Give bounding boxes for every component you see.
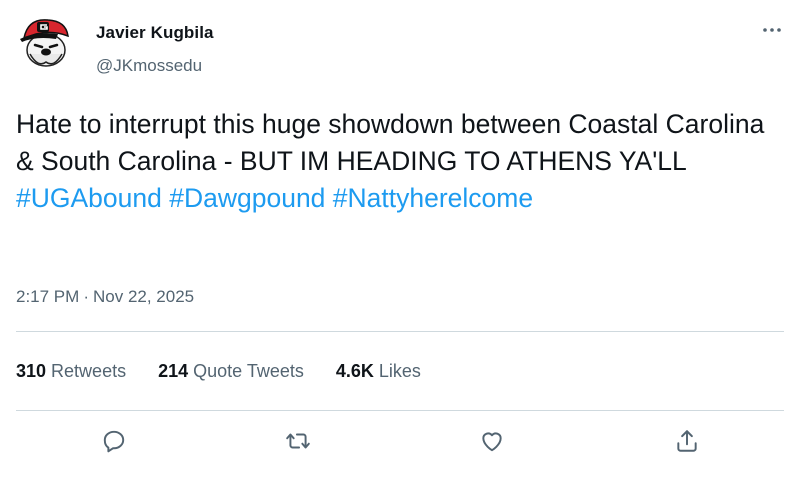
retweets-stat[interactable]: 310 Retweets	[16, 361, 126, 382]
hashtag-link[interactable]: #Dawgpound	[169, 183, 325, 213]
tweet-body: Hate to interrupt this huge showdown bet…	[16, 106, 786, 217]
quote-tweets-count: 214	[158, 361, 189, 381]
author-handle[interactable]: @JKmossedu	[96, 56, 202, 76]
hashtag-link[interactable]: #UGAbound	[16, 183, 162, 213]
retweet-icon	[286, 433, 310, 449]
reply-icon	[103, 430, 125, 453]
share-button[interactable]	[670, 424, 704, 458]
retweet-button[interactable]	[281, 424, 315, 458]
retweets-label: Retweets	[51, 361, 127, 381]
tweet-date: Nov 22, 2025	[92, 287, 195, 306]
avatar[interactable]	[16, 12, 76, 72]
hashtag-list: #UGAbound #Dawgpound #Nattyherelcome	[16, 180, 786, 217]
likes-stat[interactable]: 4.6K Likes	[336, 361, 421, 382]
tweet-card: Javier Kugbila @JKmossedu Hate to interr…	[0, 0, 800, 489]
engagement-stats: 310 Retweets 214 Quote Tweets 4.6K Likes	[16, 361, 453, 382]
share-icon	[677, 430, 697, 452]
reply-button[interactable]	[97, 424, 131, 458]
like-button[interactable]	[475, 424, 509, 458]
author-name[interactable]: Javier Kugbila	[96, 23, 214, 43]
meta-separator: ·	[83, 287, 89, 306]
divider	[16, 331, 784, 332]
hashtag-link[interactable]: #Nattyherelcome	[333, 183, 533, 213]
divider	[16, 410, 784, 411]
more-dots-icon	[763, 28, 781, 32]
more-options-button[interactable]	[758, 16, 786, 44]
tweet-timestamp[interactable]: 2:17 PM · Nov 22, 2025	[16, 287, 194, 307]
quote-tweets-label: Quote Tweets	[193, 361, 304, 381]
tweet-text: Hate to interrupt this huge showdown bet…	[16, 109, 765, 176]
action-bar	[0, 424, 800, 458]
likes-label: Likes	[378, 361, 421, 381]
tweet-time: 2:17 PM	[16, 287, 80, 306]
heart-icon	[482, 432, 502, 452]
bulldog-avatar-icon	[16, 12, 76, 72]
likes-count: 4.6K	[335, 361, 374, 381]
retweets-count: 310	[16, 361, 47, 381]
quote-tweets-stat[interactable]: 214 Quote Tweets	[158, 361, 304, 382]
